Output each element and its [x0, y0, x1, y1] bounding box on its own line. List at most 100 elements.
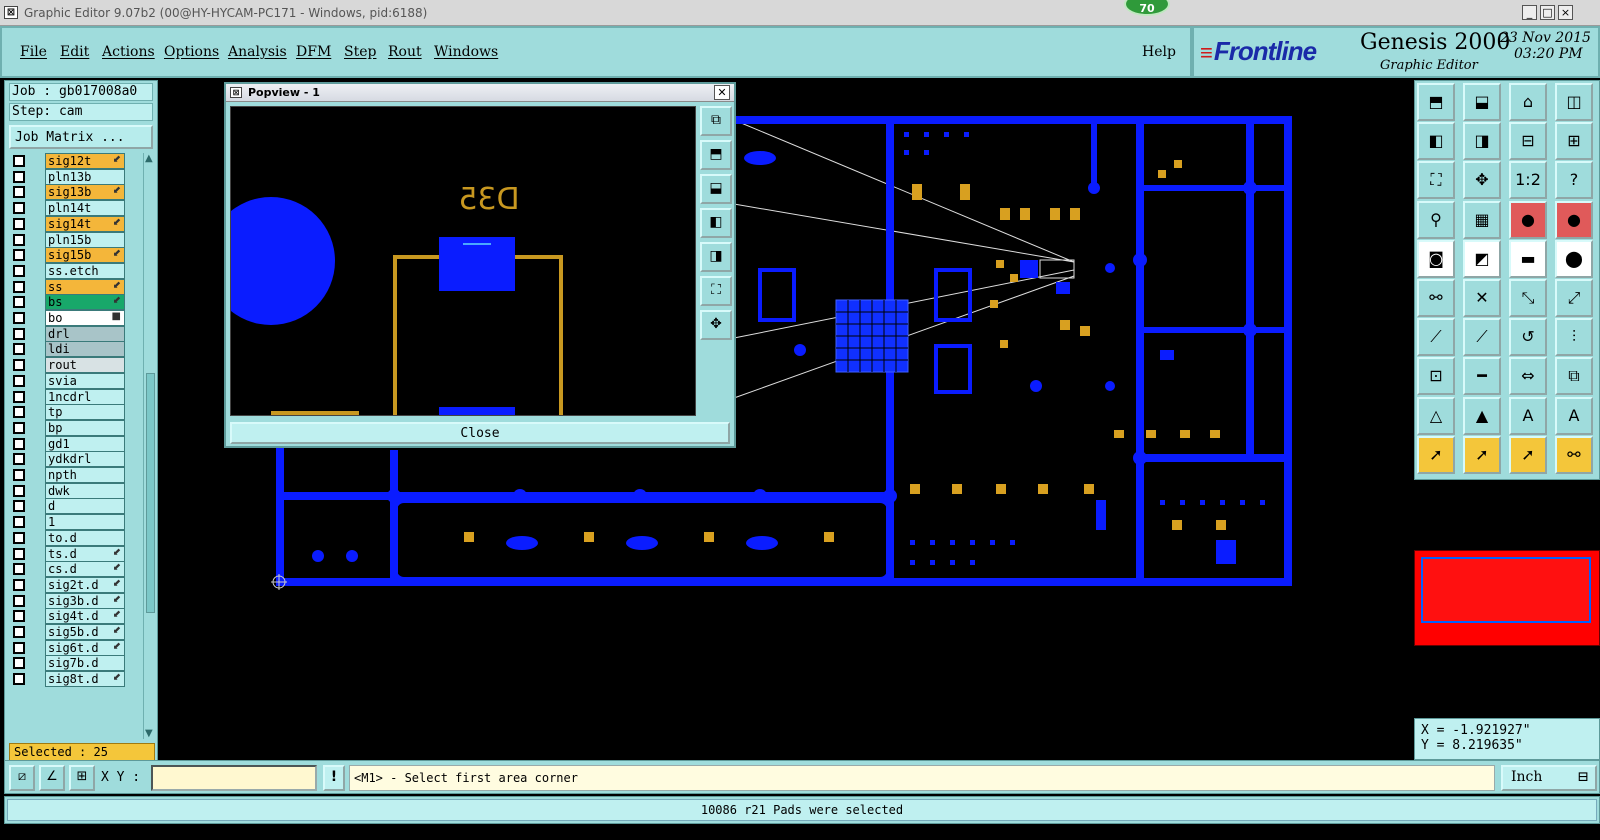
- menu-dfm[interactable]: DFM: [296, 44, 331, 60]
- layer-name[interactable]: drl: [45, 325, 125, 342]
- layer-name[interactable]: bs ⬋: [45, 294, 125, 311]
- layer-name[interactable]: sig14t ⬋: [45, 215, 125, 232]
- layer-checkbox[interactable]: [13, 217, 25, 230]
- layer-row[interactable]: sig13b ⬋: [9, 184, 131, 201]
- layer-name[interactable]: pln14t: [45, 200, 125, 217]
- traffic-green-icon[interactable]: ●: [1555, 200, 1593, 239]
- copy-icon[interactable]: ⧉: [1555, 357, 1593, 396]
- layer-checkbox[interactable]: [13, 610, 25, 623]
- layer-checkbox[interactable]: [13, 186, 25, 199]
- layer-row[interactable]: sig3b.d ⬋: [9, 592, 131, 609]
- layer-row[interactable]: bp: [9, 419, 131, 436]
- zoom-1-icon[interactable]: ⊟: [1509, 122, 1547, 161]
- layer-name[interactable]: sig13b ⬋: [45, 184, 125, 201]
- zoom-center-icon[interactable]: ✥: [1463, 161, 1501, 200]
- layer-row[interactable]: ss ⬋: [9, 278, 131, 295]
- line-icon[interactable]: ⟋: [1463, 318, 1501, 357]
- layer-name[interactable]: 1: [45, 514, 125, 531]
- layer-checkbox[interactable]: [13, 547, 25, 560]
- arrow-up-icon[interactable]: ▲: [1463, 396, 1501, 435]
- layer-up-icon[interactable]: ⬒: [1417, 83, 1455, 121]
- layer-row[interactable]: bo ■: [9, 310, 131, 326]
- layer-checkbox[interactable]: [13, 264, 25, 277]
- layer-name[interactable]: gd1: [45, 435, 125, 452]
- layer-name[interactable]: svia: [45, 372, 125, 389]
- alert-button[interactable]: !: [323, 765, 345, 791]
- layer-name[interactable]: sig5b.d ⬋: [45, 624, 125, 640]
- scroll-up-icon[interactable]: ▲: [145, 153, 153, 164]
- pan-down-icon[interactable]: ⬓: [700, 174, 732, 204]
- layer-checkbox[interactable]: [13, 343, 25, 356]
- layer-name[interactable]: ss.etch: [45, 262, 125, 279]
- layer-checkbox[interactable]: [13, 202, 25, 215]
- layer-name[interactable]: 1ncdrl: [45, 388, 125, 405]
- layer-checkbox[interactable]: [13, 249, 25, 262]
- layer-name[interactable]: ydkdrl: [45, 451, 125, 468]
- layer-checkbox[interactable]: [13, 170, 25, 183]
- layer-row[interactable]: ydkdrl: [9, 451, 131, 468]
- measure-icon[interactable]: ⚲: [1417, 200, 1455, 239]
- pan-right-icon[interactable]: ◨: [1463, 122, 1501, 161]
- ruler-icon[interactable]: ▬: [1509, 239, 1547, 278]
- layer-checkbox[interactable]: [13, 531, 25, 544]
- popview-close-button[interactable]: Close: [230, 422, 730, 444]
- layer-checkbox[interactable]: [13, 594, 25, 607]
- flip-icon[interactable]: ⫶: [1555, 318, 1593, 357]
- layer-row[interactable]: pln15b: [9, 231, 131, 248]
- layer-checkbox[interactable]: [13, 626, 25, 638]
- xy-input[interactable]: [151, 765, 317, 791]
- pan-up-icon[interactable]: ⬒: [700, 140, 732, 170]
- layer-row[interactable]: d: [9, 498, 131, 515]
- layer-name[interactable]: npth: [45, 467, 125, 483]
- popview-titlebar[interactable]: ⊠ Popview - 1 ✕: [226, 84, 734, 102]
- layer-checkbox[interactable]: [13, 578, 25, 591]
- grid-mode-icon[interactable]: ⊞: [69, 765, 95, 791]
- mini-map-viewport[interactable]: [1421, 557, 1591, 623]
- layer-checkbox[interactable]: [13, 500, 25, 513]
- select-red-icon[interactable]: ◩: [1463, 239, 1501, 278]
- menu-edit[interactable]: Edit: [60, 44, 89, 60]
- undo-icon[interactable]: ↺: [1509, 318, 1547, 357]
- grid-icon[interactable]: ▦: [1463, 200, 1501, 239]
- layer-row[interactable]: ldi: [9, 341, 131, 358]
- layer-down-icon[interactable]: ⬓: [1463, 83, 1501, 121]
- layer-row[interactable]: 1ncdrl: [9, 388, 131, 405]
- menu-step[interactable]: Step: [344, 44, 376, 60]
- pointer-box2-icon[interactable]: ➚: [1509, 435, 1547, 474]
- popview-screen[interactable]: D35: [230, 106, 696, 416]
- pad-icon[interactable]: ⊡: [1417, 357, 1455, 396]
- layer-row[interactable]: npth: [9, 467, 131, 483]
- layer-name[interactable]: bo ■: [45, 310, 125, 326]
- notification-badge[interactable]: 70: [1124, 0, 1170, 16]
- mirror-icon[interactable]: ⇔: [1509, 357, 1547, 396]
- layer-name[interactable]: pln15b: [45, 231, 125, 248]
- layer-row[interactable]: svia: [9, 372, 131, 389]
- layer-name[interactable]: sig3b.d ⬋: [45, 592, 125, 609]
- job-matrix-button[interactable]: Job Matrix ...: [9, 125, 153, 149]
- close-window-button[interactable]: ×: [1558, 5, 1573, 20]
- net-icon[interactable]: ⚯: [1555, 435, 1593, 474]
- minimize-button[interactable]: _: [1522, 5, 1537, 20]
- layer-checkbox[interactable]: [13, 296, 25, 309]
- line-red-icon[interactable]: ⟋: [1417, 318, 1455, 357]
- layer-checkbox[interactable]: [13, 312, 25, 324]
- scroll-down-icon[interactable]: ▼: [145, 728, 153, 739]
- layer-row[interactable]: sig12t ⬋: [9, 153, 131, 169]
- layer-row[interactable]: ss.etch: [9, 262, 131, 279]
- layer-name[interactable]: sig12t ⬋: [45, 153, 125, 169]
- layer-row[interactable]: sig5b.d ⬋: [9, 624, 131, 640]
- layer-row[interactable]: cs.d ⬋: [9, 561, 131, 578]
- connect-icon[interactable]: ⚯: [1417, 279, 1455, 317]
- layer-checkbox[interactable]: [13, 563, 25, 576]
- layer-row[interactable]: pln14t: [9, 200, 131, 217]
- layer-name[interactable]: ss ⬋: [45, 278, 125, 295]
- layer-checkbox[interactable]: [13, 390, 25, 403]
- layer-name[interactable]: tp: [45, 404, 125, 421]
- help-icon[interactable]: ?: [1555, 161, 1593, 200]
- triangle-icon[interactable]: △: [1417, 396, 1455, 435]
- layer-row[interactable]: to.d: [9, 529, 131, 546]
- layer-checkbox[interactable]: [13, 516, 25, 529]
- layer-name[interactable]: bp: [45, 419, 125, 436]
- menu-help[interactable]: Help: [1142, 44, 1176, 60]
- layer-row[interactable]: rout: [9, 357, 131, 374]
